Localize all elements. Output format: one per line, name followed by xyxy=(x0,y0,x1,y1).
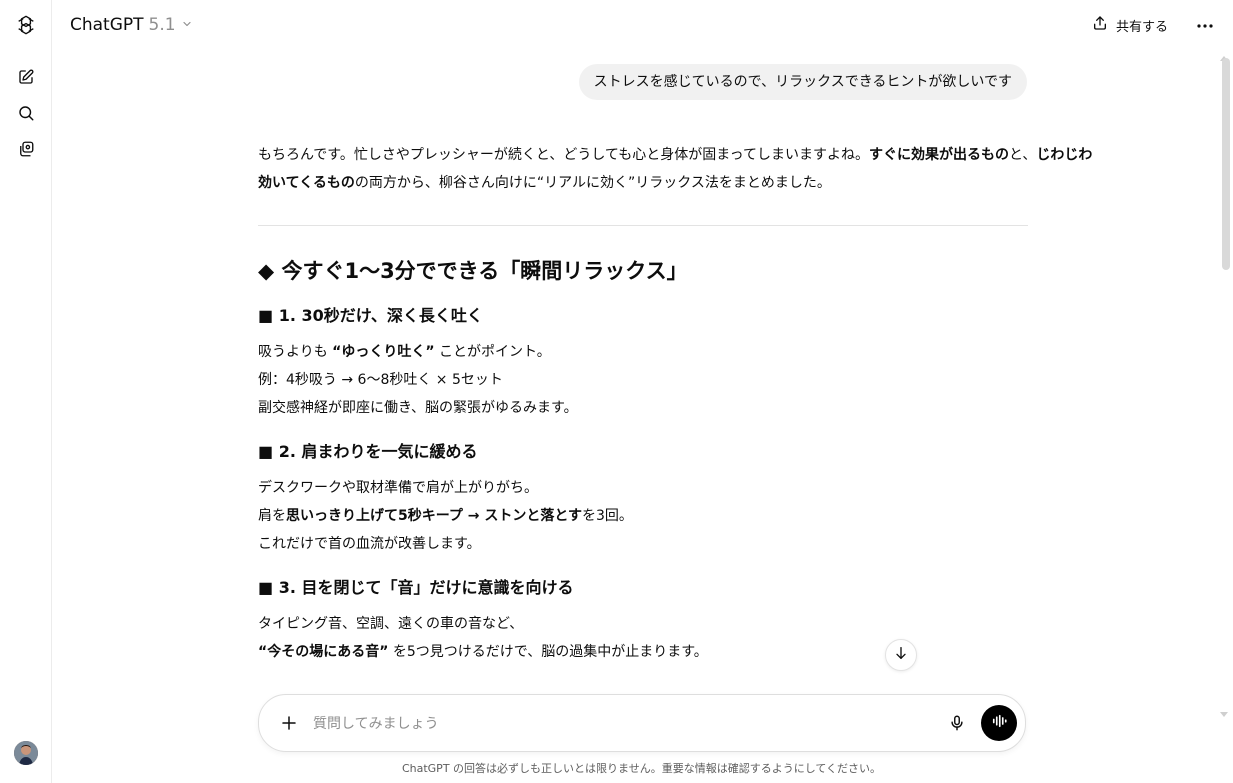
tip-title-3: ■ 3. 目を閉じて「音」だけに意識を向ける xyxy=(258,578,574,597)
intro-text: の両方から、柳谷さん向けに“リアルに効く”リラックス法をまとめました。 xyxy=(354,175,831,191)
scroll-down-arrow[interactable] xyxy=(1220,712,1228,717)
tip-1-line-1: 吸うよりも “ゆっくり吐く” ことがポイント。 xyxy=(258,341,551,363)
section-heading: ◆ 今すぐ1〜3分でできる「瞬間リラックス」 xyxy=(258,259,688,283)
tip-text: を3回。 xyxy=(581,508,633,524)
search-icon[interactable] xyxy=(13,100,39,126)
intro-text: と、 xyxy=(1008,147,1037,163)
tip-3-line-1: タイピング音、空調、遠くの車の音など、 xyxy=(258,616,524,632)
composer xyxy=(258,694,1026,752)
divider xyxy=(258,225,1028,226)
new-chat-icon[interactable] xyxy=(13,64,39,90)
left-rail xyxy=(0,0,52,783)
voice-mode-button[interactable] xyxy=(981,705,1017,741)
share-button[interactable]: 共有する xyxy=(1092,15,1168,35)
tip-text: を5つ見つけるだけで、脳の過集中が止まります。 xyxy=(388,644,708,660)
mic-icon[interactable] xyxy=(945,711,969,735)
plus-icon[interactable] xyxy=(277,711,301,735)
tip-2-line-3: これだけで首の血流が改善します。 xyxy=(258,536,481,552)
tip-bold: “ゆっくり吐く” xyxy=(332,344,435,360)
arrow-down-icon xyxy=(893,645,909,665)
prompt-input[interactable] xyxy=(311,709,875,739)
tip-1-line-2: 例：4秒吸う → 6〜8秒吐く × 5セット xyxy=(258,372,503,388)
tip-bold: 思いっきり上げて5秒キープ → ストンと落とす xyxy=(286,508,582,524)
share-label: 共有する xyxy=(1115,19,1168,35)
intro-text: もちろんです。忙しさやプレッシャーが続くと、どうしても心と身体が固まってしまいま… xyxy=(258,147,869,163)
chevron-down-icon xyxy=(181,15,193,35)
intro-bold: すぐに効果が出るもの xyxy=(868,147,1009,163)
assistant-intro-line-1: もちろんです。忙しさやプレッシャーが続くと、どうしても心と身体が固まってしまいま… xyxy=(258,141,1092,169)
disclaimer: ChatGPT の回答は必ずしも正しいとは限りません。重要な情報は確認するように… xyxy=(401,762,882,775)
scrollbar-thumb[interactable] xyxy=(1222,58,1230,270)
tip-2-line-1: デスクワークや取材準備で肩が上がりがち。 xyxy=(258,480,538,496)
share-icon xyxy=(1092,15,1108,35)
tip-title-1: ■ 1. 30秒だけ、深く長く吐く xyxy=(258,306,483,325)
model-name: ChatGPT xyxy=(70,15,144,35)
library-icon[interactable] xyxy=(13,136,39,162)
voice-mode-icon xyxy=(990,712,1008,734)
tip-title-2: ■ 2. 肩まわりを一気に緩める xyxy=(258,442,478,461)
intro-bold: じわじわ xyxy=(1036,147,1093,163)
more-icon[interactable] xyxy=(1195,15,1215,37)
model-version: 5.1 xyxy=(148,15,176,35)
tip-3-line-2: “今その場にある音” を5つ見つけるだけで、脳の過集中が止まります。 xyxy=(258,641,708,663)
model-selector[interactable]: ChatGPT 5.1 xyxy=(70,15,193,35)
tip-2-line-2: 肩を思いっきり上げて5秒キープ → ストンと落とすを3回。 xyxy=(258,505,633,527)
tip-text: 吸うよりも xyxy=(258,344,333,360)
scroll-to-bottom-button[interactable] xyxy=(885,639,917,671)
tip-1-line-3: 副交感神経が即座に働き、脳の緊張がゆるみます。 xyxy=(258,400,578,416)
tip-bold: “今その場にある音” xyxy=(258,644,389,660)
intro-bold: 効いてくるもの xyxy=(258,175,355,191)
user-message: ストレスを感じているので、リラックスできるヒントが欲しいです xyxy=(578,64,1027,100)
tip-text: 肩を xyxy=(258,508,286,524)
openai-logo-icon[interactable] xyxy=(13,12,39,38)
assistant-intro-line-2: 効いてくるものの両方から、柳谷さん向けに“リアルに効く”リラックス法をまとめまし… xyxy=(258,169,831,197)
top-bar: ChatGPT 5.1 共有する xyxy=(52,0,1233,52)
tip-text: ことがポイント。 xyxy=(434,344,551,360)
